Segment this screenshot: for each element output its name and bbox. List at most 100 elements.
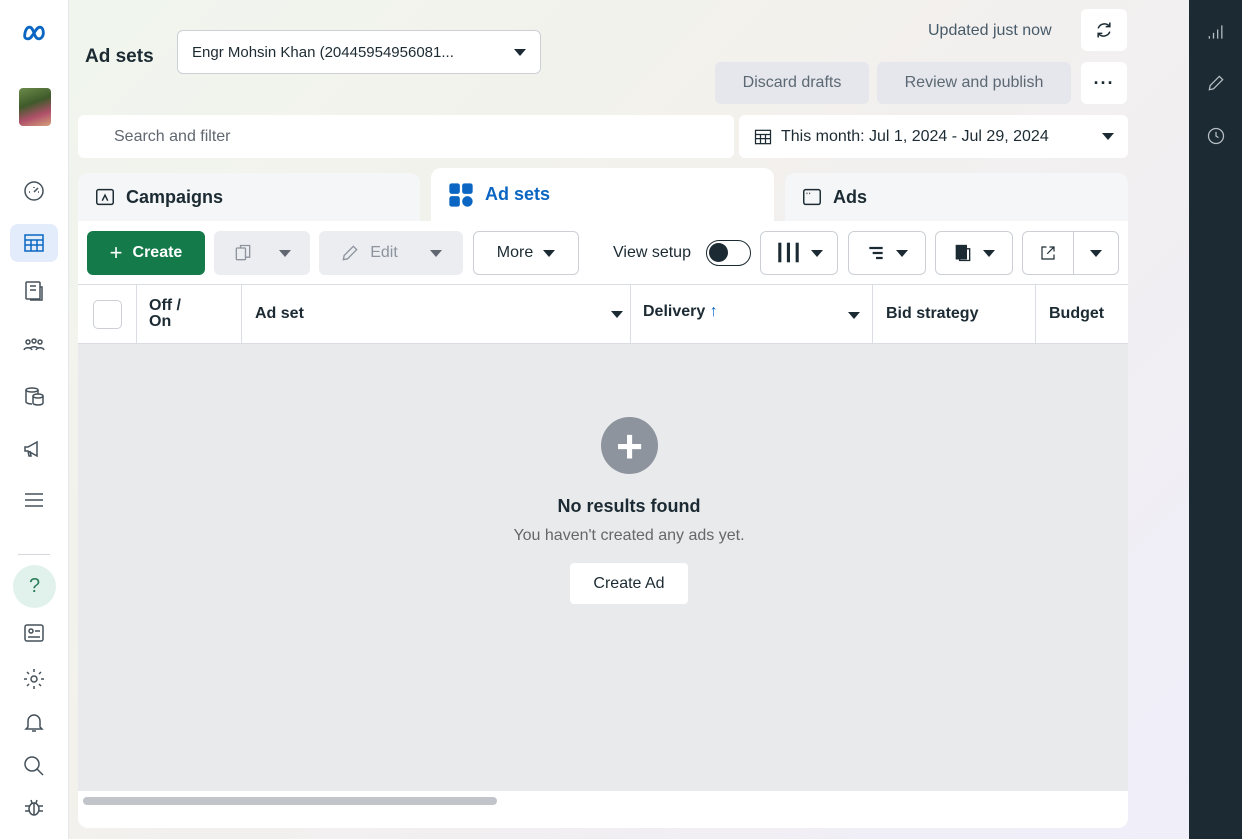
breakdown-button[interactable]	[848, 231, 926, 275]
bug-report-icon[interactable]	[10, 788, 58, 826]
refresh-icon	[1097, 22, 1111, 38]
create-label: Create	[132, 244, 183, 261]
chevron-down-icon	[896, 249, 908, 257]
help-icon[interactable]: ?	[13, 565, 56, 608]
updated-status: Updated just now	[928, 22, 1052, 39]
tab-ad-sets-label: Ad sets	[485, 184, 551, 204]
megaphone-settings-icon[interactable]	[10, 430, 58, 468]
table-view-icon[interactable]	[10, 224, 58, 262]
audiences-icon[interactable]	[10, 326, 58, 364]
toggle-knob	[709, 243, 728, 262]
menu-icon[interactable]	[10, 481, 58, 519]
chevron-down-icon	[1102, 133, 1114, 140]
column-divider	[136, 285, 137, 343]
dashboard-gauge-icon[interactable]	[10, 172, 58, 210]
more-options-button[interactable]: ···	[1081, 62, 1127, 104]
billing-coins-icon[interactable]	[10, 378, 58, 416]
edit-button[interactable]: Edit	[319, 231, 463, 275]
account-selector[interactable]: Engr Mohsin Khan (20445954956081...	[177, 30, 541, 74]
breakdown-icon	[869, 246, 883, 260]
select-all-checkbox[interactable]	[93, 300, 122, 329]
duplicate-button[interactable]	[214, 231, 310, 275]
calendar-table-icon	[754, 129, 772, 144]
column-delivery[interactable]: Delivery ↑	[643, 285, 860, 343]
tab-ads-label: Ads	[833, 186, 868, 207]
column-divider	[1035, 285, 1036, 343]
duplicate-icon	[235, 244, 251, 261]
tab-campaigns[interactable]: Campaigns	[78, 173, 420, 221]
reports-button[interactable]	[935, 231, 1013, 275]
sort-chevron-icon[interactable]	[848, 312, 860, 319]
chevron-down-icon	[429, 249, 442, 257]
review-publish-button[interactable]: Review and publish	[877, 62, 1071, 104]
avatar[interactable]	[19, 88, 51, 126]
ellipsis-icon: ···	[1093, 72, 1115, 93]
date-range-label: This month: Jul 1, 2024 - Jul 29, 2024	[781, 127, 1049, 145]
column-delivery-wrap: Delivery ↑	[643, 303, 718, 321]
sort-chevron-icon[interactable]	[611, 310, 623, 318]
empty-state-title: No results found	[557, 496, 701, 516]
bell-icon[interactable]	[10, 703, 58, 741]
export-icon	[1041, 246, 1055, 260]
columns-button[interactable]: ┃┃┃	[760, 231, 838, 275]
account-name: Engr Mohsin Khan (20445954956081...	[192, 43, 454, 61]
plus-circle-icon: +	[601, 417, 658, 474]
table-header: Off / On Ad set Delivery ↑ Bid strategy …	[78, 284, 1128, 344]
scrollbar-thumb[interactable]	[83, 797, 497, 805]
more-label: More	[496, 244, 534, 261]
horizontal-scrollbar[interactable]	[78, 791, 1128, 811]
chevron-down-icon	[279, 249, 291, 257]
column-divider	[630, 285, 631, 343]
column-budget[interactable]: Budget	[1049, 285, 1119, 343]
right-side-rail	[1189, 0, 1242, 839]
export-button[interactable]	[1022, 231, 1119, 275]
meta-logo-icon[interactable]	[10, 14, 58, 52]
page-title: Ad sets	[85, 46, 154, 67]
column-budget-label: Budget	[1049, 305, 1105, 322]
column-off-on[interactable]: Off / On	[149, 285, 239, 343]
search-icon[interactable]	[10, 747, 58, 785]
account-card-icon[interactable]	[10, 614, 58, 652]
chevron-down-icon	[810, 249, 823, 257]
view-setup-toggle[interactable]	[706, 240, 751, 266]
refresh-button[interactable]	[1081, 9, 1127, 51]
column-bid-strategy[interactable]: Bid strategy	[886, 285, 1026, 343]
columns-icon: ┃┃┃	[775, 245, 802, 262]
column-delivery-label: Delivery	[643, 303, 706, 320]
tab-ads[interactable]: Ads	[785, 173, 1128, 221]
discard-drafts-button[interactable]: Discard drafts	[715, 62, 869, 104]
campaign-folder-icon	[96, 188, 114, 206]
reports-icon[interactable]	[10, 272, 58, 310]
chevron-down-icon	[983, 249, 995, 257]
column-bid-strategy-label: Bid strategy	[886, 305, 979, 322]
chevron-down-icon	[543, 249, 556, 257]
gear-icon[interactable]	[10, 660, 58, 698]
column-ad-set[interactable]: Ad set	[255, 285, 623, 343]
create-ad-button[interactable]: Create Ad	[570, 563, 688, 604]
chevron-down-icon	[514, 48, 526, 56]
tab-campaigns-label: Campaigns	[126, 186, 224, 207]
search-input[interactable]: Search and filter	[78, 115, 734, 158]
tab-ad-sets[interactable]: Ad sets	[431, 168, 774, 221]
pencil-icon[interactable]	[1204, 71, 1228, 95]
left-nav-rail: ?	[0, 0, 69, 839]
ad-sets-grid-icon	[449, 182, 473, 207]
view-setup-label: View setup	[613, 244, 691, 261]
clock-history-icon[interactable]	[1204, 124, 1228, 148]
report-doc-icon	[955, 244, 971, 262]
column-off-on-label: Off / On	[149, 297, 181, 330]
column-divider	[872, 285, 873, 343]
create-button[interactable]: + Create	[87, 231, 205, 275]
rail-divider	[18, 554, 50, 555]
date-range-picker[interactable]: This month: Jul 1, 2024 - Jul 29, 2024	[739, 115, 1128, 158]
edit-label: Edit	[370, 244, 398, 261]
chevron-down-icon	[1090, 249, 1102, 257]
pencil-icon	[342, 245, 358, 261]
ad-window-icon	[803, 188, 821, 206]
bar-chart-icon[interactable]	[1204, 20, 1228, 44]
sort-ascending-icon: ↑	[709, 303, 718, 320]
plus-icon: +	[109, 240, 123, 265]
column-ad-set-label: Ad set	[255, 305, 304, 322]
more-dropdown[interactable]: More	[473, 231, 579, 275]
column-divider	[241, 285, 242, 343]
